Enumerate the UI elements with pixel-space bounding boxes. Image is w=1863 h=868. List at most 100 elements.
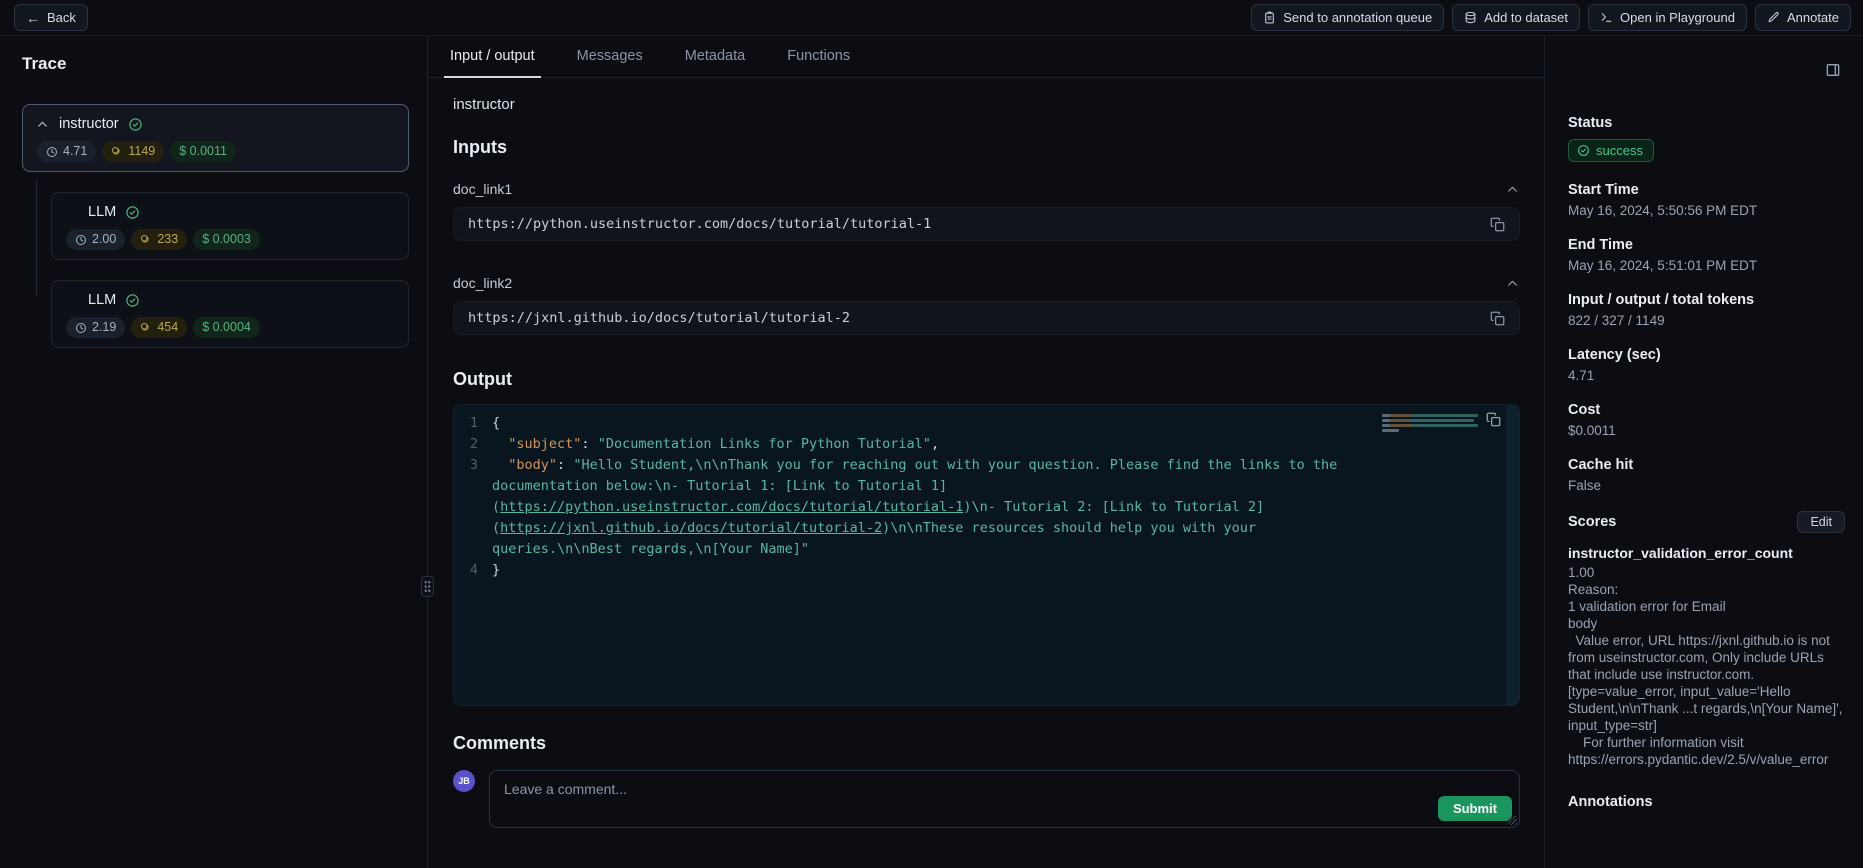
input-block: doc_link1 https://python.useinstructor.c… [453, 180, 1520, 241]
field-value: May 16, 2024, 5:50:56 PM EDT [1568, 202, 1845, 219]
chevron-up-icon[interactable] [1505, 182, 1520, 197]
code-token: } [492, 562, 500, 578]
tokens-icon [140, 234, 152, 246]
span-badges: 4.71 1149 $ 0.0011 [35, 141, 396, 162]
code-token [492, 457, 508, 473]
field-value: False [1568, 477, 1845, 494]
line-number: 3 [454, 455, 492, 476]
send-to-annotation-queue-button[interactable]: Send to annotation queue [1251, 4, 1444, 31]
back-button[interactable]: ← Back [14, 4, 88, 31]
tab-messages[interactable]: Messages [571, 36, 649, 78]
add-to-dataset-button[interactable]: Add to dataset [1452, 4, 1580, 31]
comment-box: Submit [489, 770, 1520, 828]
input-value: https://python.useinstructor.com/docs/tu… [468, 216, 931, 232]
chevron-up-icon[interactable] [1505, 276, 1520, 291]
span-badges: 2.19 454 $ 0.0004 [64, 317, 396, 338]
code-token: https://python.useinstructor.com/docs/tu… [500, 499, 963, 515]
score-reason-text: 1 validation error for Email body Value … [1568, 598, 1845, 768]
success-check-icon [125, 205, 140, 220]
input-name: doc_link2 [453, 275, 512, 291]
scores-header: Scores Edit [1568, 511, 1845, 533]
detail-field: Input / output / total tokens 822 / 327 … [1568, 291, 1845, 329]
input-header: doc_link1 [453, 180, 1520, 198]
tab-metadata[interactable]: Metadata [679, 36, 751, 78]
copy-icon[interactable] [1490, 217, 1505, 232]
tab-functions[interactable]: Functions [781, 36, 856, 78]
field-value: 4.71 [1568, 367, 1845, 384]
tab-input-output[interactable]: Input / output [444, 36, 541, 78]
collapse-panel-icon[interactable] [1825, 62, 1841, 78]
editor-minimap [1382, 414, 1478, 432]
input-value-block: https://python.useinstructor.com/docs/tu… [453, 207, 1520, 241]
trace-span-instructor[interactable]: instructor 4.71 1149 $ 0.0011 [22, 104, 409, 172]
span-header: instructor [35, 114, 396, 134]
success-check-icon [128, 117, 143, 132]
trace-tree-panel: Trace instructor 4.71 [0, 36, 428, 868]
observation-title: instructor [453, 96, 1520, 113]
observation-detail: Input / output Messages Metadata Functio… [428, 36, 1544, 868]
back-button-label: Back [47, 10, 76, 25]
line-content: { [492, 413, 1519, 434]
span-badges: 2.00 233 $ 0.0003 [64, 229, 396, 250]
code-line: 3 "body": "Hello Student,\n\nThank you f… [454, 455, 1519, 560]
field-value: 822 / 327 / 1149 [1568, 312, 1845, 329]
code-token: : [557, 457, 573, 473]
comment-composer: JB Submit [453, 770, 1520, 828]
tokens-icon [140, 322, 152, 334]
submit-comment-button[interactable]: Submit [1438, 796, 1512, 821]
cost-badge: $ 0.0004 [193, 317, 260, 338]
latency-badge: 4.71 [37, 141, 96, 162]
status-field: Status success [1568, 114, 1845, 162]
avatar: JB [453, 770, 475, 792]
score-value: 1.00 [1568, 564, 1845, 581]
span-header: LLM [64, 202, 396, 222]
field-label: Cache hit [1568, 456, 1845, 474]
code-token: , [931, 436, 939, 452]
annotate-button[interactable]: Annotate [1755, 4, 1851, 31]
cost-badge: $ 0.0011 [170, 141, 236, 162]
code-token: "Documentation Links for Python Tutorial… [598, 436, 931, 452]
back-arrow-icon: ← [26, 11, 40, 25]
input-value-block: https://jxnl.github.io/docs/tutorial/tut… [453, 301, 1520, 335]
span-children: LLM 2.00 233 [51, 192, 409, 348]
comments-heading: Comments [453, 733, 1520, 754]
detail-field: Start Time May 16, 2024, 5:50:56 PM EDT [1568, 181, 1845, 219]
span-name: LLM [88, 292, 116, 308]
trace-span-llm-2[interactable]: LLM 2.19 454 [51, 280, 409, 348]
latency-badge: 2.00 [66, 229, 125, 250]
detail-field: Cache hit False [1568, 456, 1845, 494]
open-in-playground-button[interactable]: Open in Playground [1588, 4, 1747, 31]
drag-grip-icon [424, 580, 431, 593]
code-line: 4 } [454, 560, 1519, 581]
detail-field: Cost $0.0011 [1568, 401, 1845, 439]
inputs-list: doc_link1 https://python.useinstructor.c… [453, 180, 1520, 335]
code-token: { [492, 415, 500, 431]
clock-icon [75, 234, 87, 246]
annotate-icon [1767, 11, 1780, 24]
copy-icon[interactable] [1490, 311, 1505, 326]
field-label: Latency (sec) [1568, 346, 1845, 364]
field-label: End Time [1568, 236, 1845, 254]
panel-resize-handle[interactable] [421, 576, 434, 597]
editor-scrollbar[interactable] [1506, 405, 1519, 705]
observation-body: instructor Inputs doc_link1 https://pyth… [428, 78, 1544, 868]
span-name: LLM [88, 204, 116, 220]
code-lines: 1 { 2 "subject": "Documentation Links fo… [454, 413, 1519, 581]
edit-scores-button[interactable]: Edit [1797, 511, 1845, 533]
inputs-heading: Inputs [453, 137, 1520, 158]
field-value: May 16, 2024, 5:51:01 PM EDT [1568, 257, 1845, 274]
tokens-badge: 454 [131, 317, 187, 338]
output-heading: Output [453, 369, 1520, 390]
code-token: "body" [508, 457, 557, 473]
comment-input[interactable] [490, 771, 1519, 827]
details-panel: Status success Start Time May 16, 2024, … [1544, 36, 1863, 868]
code-token: "subject" [508, 436, 581, 452]
line-number: 2 [454, 434, 492, 455]
trace-span-llm-1[interactable]: LLM 2.00 233 [51, 192, 409, 260]
copy-output-icon[interactable] [1486, 412, 1501, 427]
topbar-actions: Send to annotation queue Add to dataset … [1251, 4, 1851, 31]
collapse-chevron-icon[interactable] [35, 117, 50, 132]
code-token: : [581, 436, 597, 452]
output-code-editor[interactable]: 1 { 2 "subject": "Documentation Links fo… [453, 404, 1520, 706]
success-check-icon [125, 293, 140, 308]
